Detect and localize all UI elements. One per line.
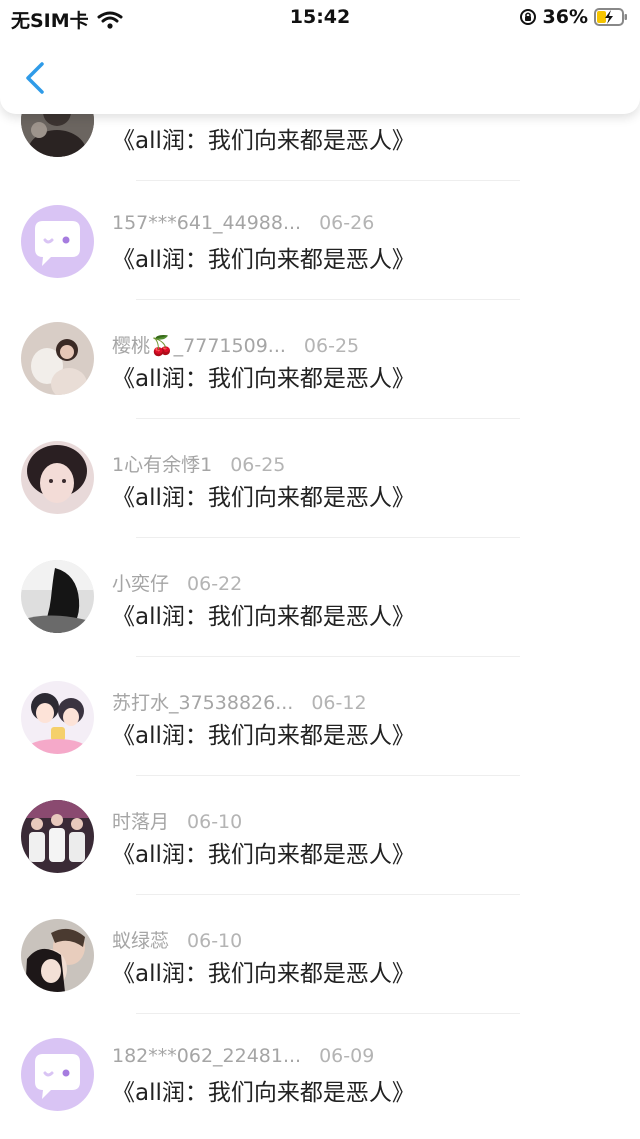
item-title: 《all润：我们向来都是恶人》: [112, 485, 415, 511]
battery-charging-icon: [594, 8, 627, 26]
comment-list[interactable]: 《all润：我们向来都是恶人》 157***641_44988... 06-26 …: [0, 0, 640, 1139]
battery-percent: 36%: [542, 6, 588, 28]
date: 06-09: [319, 1045, 375, 1067]
back-button[interactable]: [18, 58, 54, 98]
date: 06-22: [187, 573, 243, 595]
username[interactable]: 1心有余悸1: [112, 454, 212, 476]
avatar: [21, 560, 94, 633]
item-title: 《all润：我们向来都是恶人》: [112, 842, 415, 868]
item-title: 《all润：我们向来都是恶人》: [112, 1080, 415, 1106]
username[interactable]: 时落月: [112, 811, 169, 833]
chevron-left-icon: [26, 62, 44, 94]
date: 06-10: [187, 811, 243, 833]
default-chat-icon: [21, 1038, 94, 1111]
username[interactable]: 182***062_22481...: [112, 1045, 301, 1067]
list-item[interactable]: 1心有余悸1 06-25 《all润：我们向来都是恶人》: [0, 419, 640, 538]
date: 06-12: [311, 692, 367, 714]
list-item[interactable]: 苏打水_37538826... 06-12 《all润：我们向来都是恶人》: [0, 657, 640, 776]
avatar: [21, 322, 94, 395]
username[interactable]: 小奕仔: [112, 573, 169, 595]
avatar: [21, 681, 94, 754]
username[interactable]: 157***641_44988...: [112, 212, 301, 234]
status-bar: 无SIM卡 15:42 36%: [0, 0, 640, 34]
orientation-lock-icon: [519, 9, 536, 25]
date: 06-10: [187, 930, 243, 952]
list-item[interactable]: 时落月 06-10 《all润：我们向来都是恶人》: [0, 776, 640, 895]
avatar: [21, 800, 94, 873]
item-title: 《all润：我们向来都是恶人》: [112, 366, 415, 392]
default-chat-icon: [21, 205, 94, 278]
item-title: 《all润：我们向来都是恶人》: [112, 961, 415, 987]
list-item[interactable]: 小奕仔 06-22 《all润：我们向来都是恶人》: [0, 538, 640, 657]
list-item[interactable]: 樱桃🍒_7771509... 06-25 《all润：我们向来都是恶人》: [0, 300, 640, 419]
username[interactable]: 樱桃🍒_7771509...: [112, 335, 286, 357]
list-item[interactable]: 182***062_22481... 06-09 《all润：我们向来都是恶人》: [0, 1014, 640, 1133]
item-title: 《all润：我们向来都是恶人》: [112, 723, 415, 749]
nav-bar: [0, 30, 640, 114]
avatar: [21, 441, 94, 514]
item-title: 《all润：我们向来都是恶人》: [112, 128, 415, 154]
date: 06-25: [303, 335, 360, 357]
date: 06-26: [319, 212, 375, 234]
date: 06-25: [230, 454, 286, 476]
list-item[interactable]: 蚁绿蕊 06-10 《all润：我们向来都是恶人》: [0, 895, 640, 1014]
item-title: 《all润：我们向来都是恶人》: [112, 247, 415, 273]
username[interactable]: 蚁绿蕊: [112, 930, 169, 952]
avatar: [21, 919, 94, 992]
username[interactable]: 苏打水_37538826...: [112, 692, 293, 714]
item-title: 《all润：我们向来都是恶人》: [112, 604, 415, 630]
list-item[interactable]: 157***641_44988... 06-26 《all润：我们向来都是恶人》: [0, 181, 640, 300]
